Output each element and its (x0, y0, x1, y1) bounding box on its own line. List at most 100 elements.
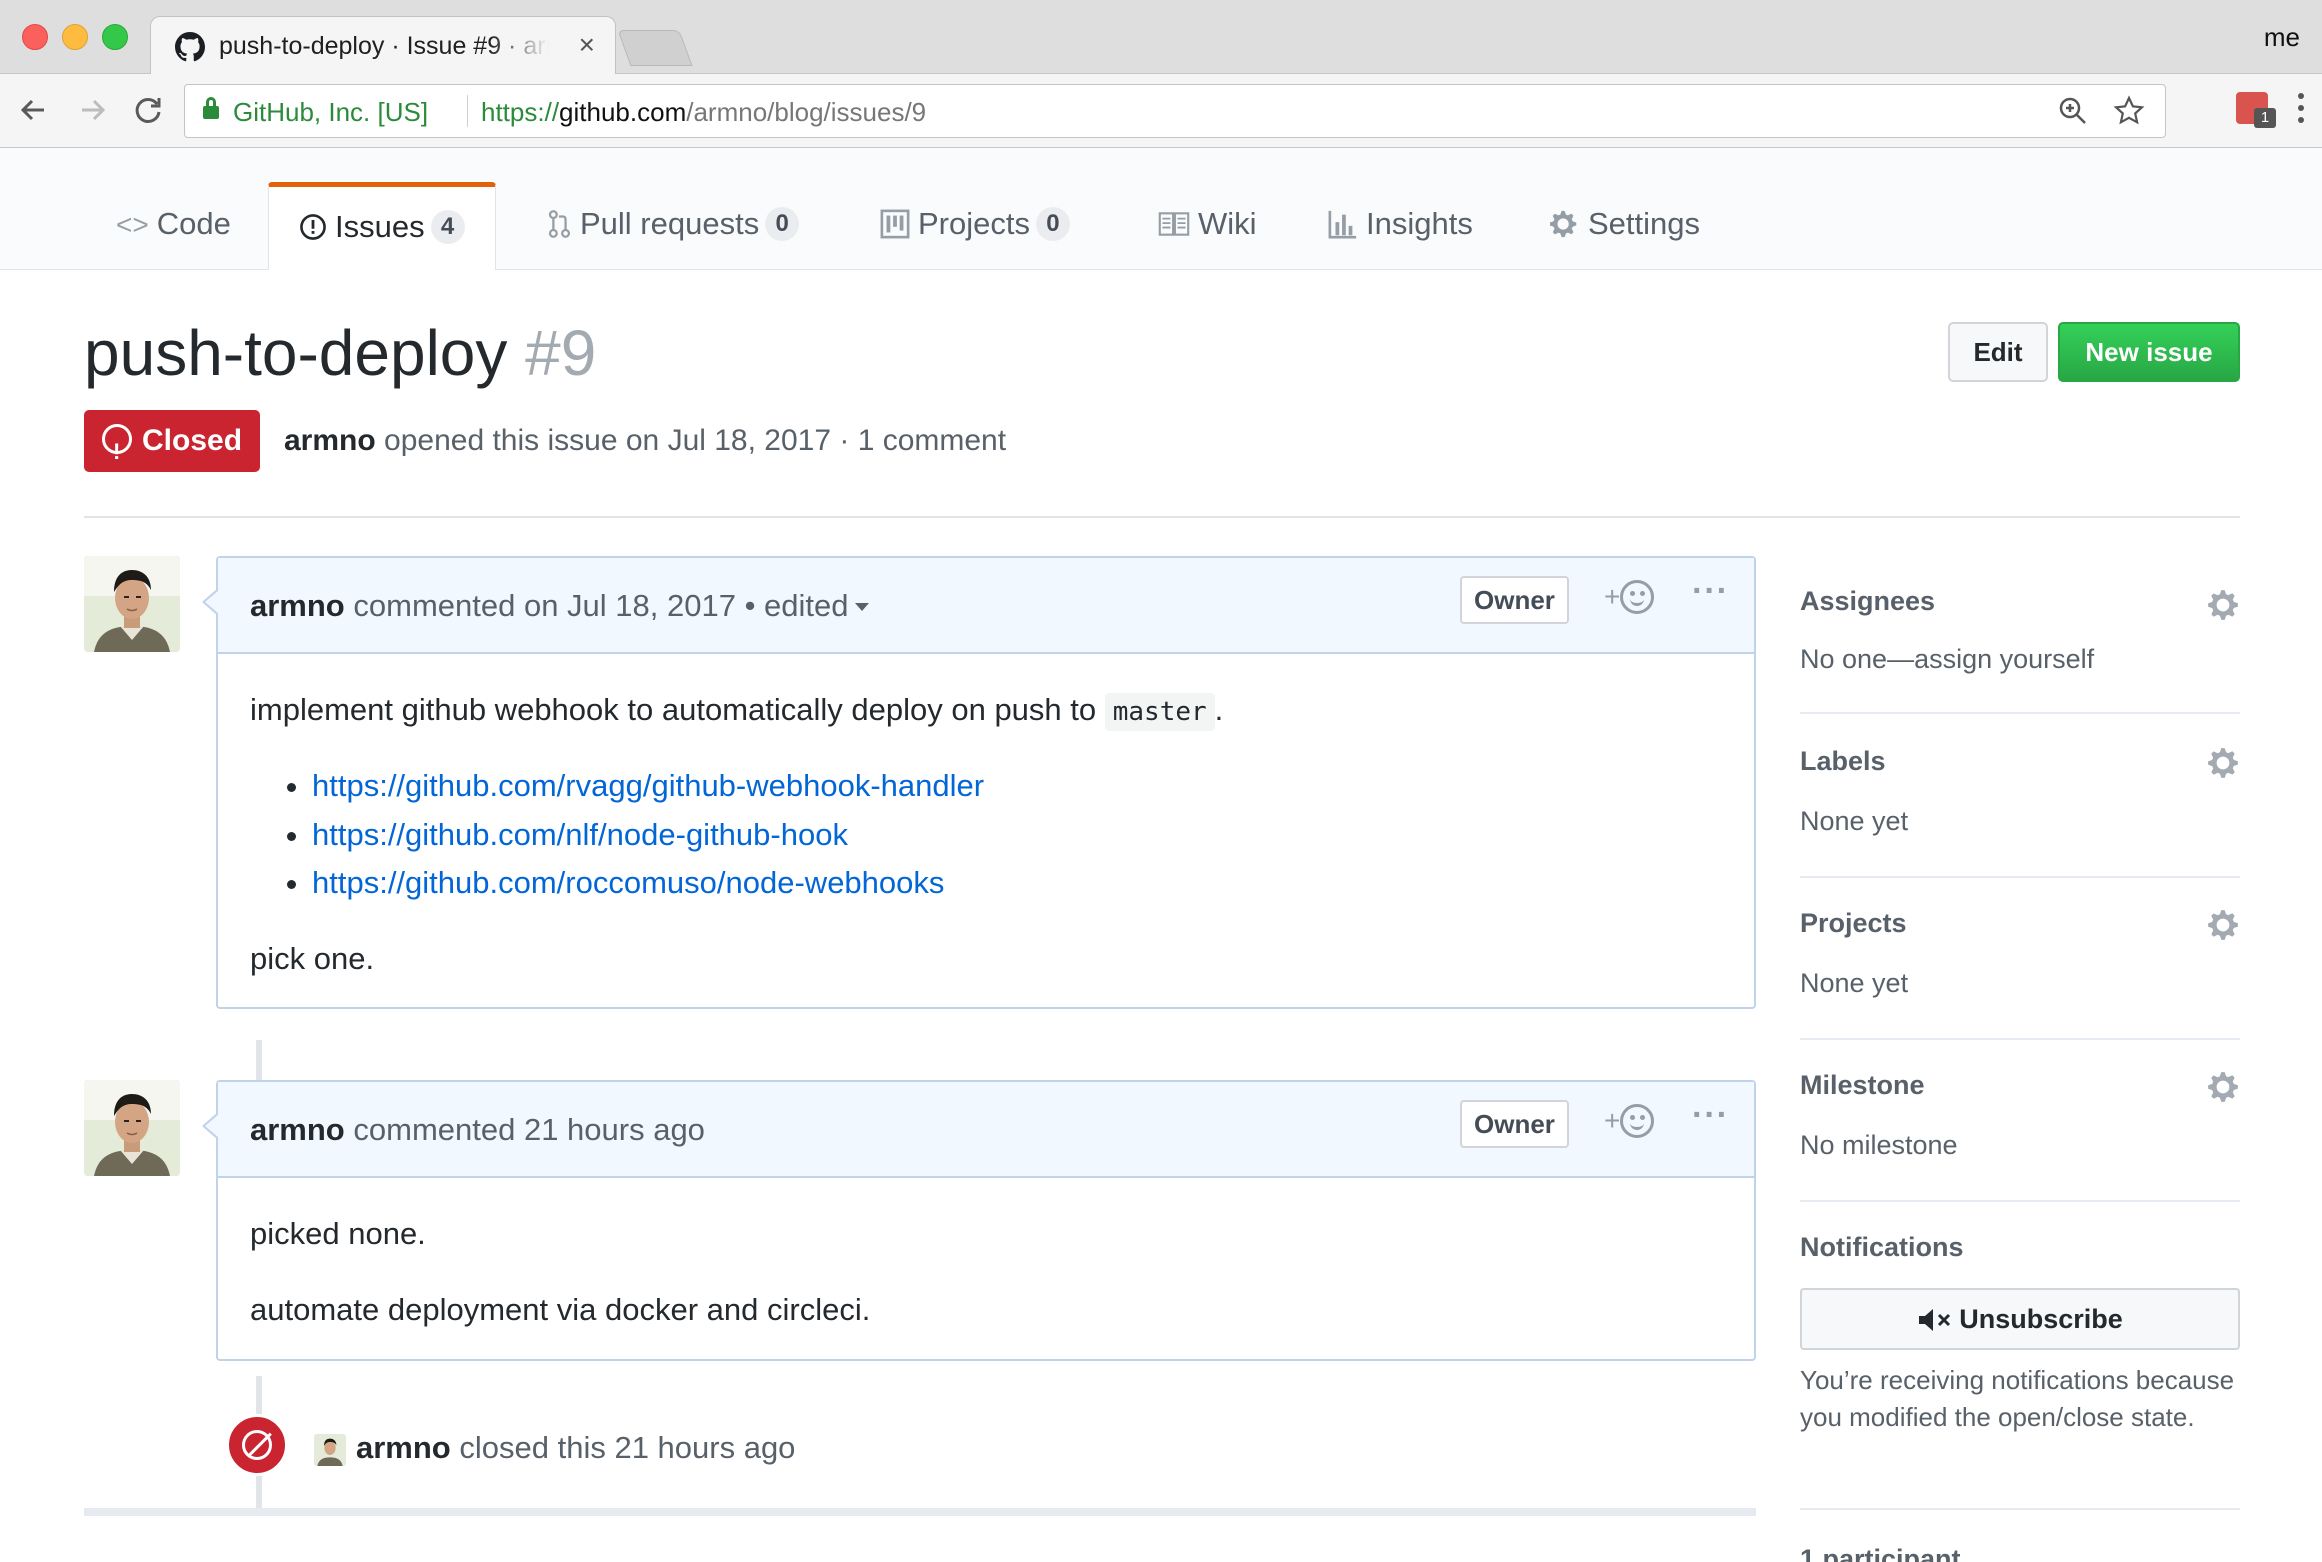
tab-insights[interactable]: Insights (1328, 184, 1473, 270)
new-issue-button[interactable]: New issue (2058, 322, 2240, 382)
gear-icon[interactable] (2206, 746, 2240, 780)
minimize-window-button[interactable] (62, 24, 88, 50)
smiley-icon (1620, 580, 1655, 614)
new-tab-button[interactable] (617, 30, 693, 66)
tab-settings-label: Settings (1588, 206, 1701, 241)
issue-icon (299, 188, 327, 268)
chevron-down-icon[interactable] (854, 603, 869, 611)
issue-author-link[interactable]: armno (284, 424, 376, 457)
comment: armno commented 21 hours ago Owner + ···… (202, 1080, 1756, 1361)
omnibox-separator (467, 95, 468, 127)
unsubscribe-button[interactable]: Unsubscribe (1800, 1288, 2240, 1350)
comment-paragraph: picked none. (250, 1216, 426, 1251)
comment-header: armno commented 21 hours ago Owner + ··· (218, 1082, 1754, 1178)
add-reaction-button[interactable]: + (1604, 1104, 1655, 1138)
back-icon[interactable] (14, 90, 54, 130)
github-icon (175, 32, 205, 62)
zoom-icon[interactable] (2057, 95, 2089, 135)
tab-issues-label: Issues (335, 209, 425, 244)
browser-titlebar: push-to-deploy · Issue #9 · armno/blog ×… (0, 0, 2322, 76)
comment-timestamp[interactable]: commented on Jul 18, 2017 • edited (353, 588, 848, 623)
event-avatar[interactable] (314, 1434, 346, 1466)
address-bar[interactable]: GitHub, Inc. [US] https://github.com/arm… (184, 84, 2166, 138)
event-description: closed this 21 hours ago (459, 1430, 796, 1465)
status-badge: Closed (84, 410, 261, 483)
issue-number: #9 (525, 317, 597, 389)
edit-button[interactable]: Edit (1948, 322, 2048, 382)
issue-title-text: push-to-deploy (84, 317, 508, 389)
tab-wiki[interactable]: Wiki (1158, 184, 1257, 270)
comment-header: armno commented on Jul 18, 2017 • edited… (218, 558, 1754, 654)
close-window-button[interactable] (22, 24, 48, 50)
link-node-github-hook[interactable]: https://github.com/nlf/node-github-hook (312, 817, 848, 852)
menu-icon[interactable] (2296, 90, 2306, 134)
browser-toolbar: GitHub, Inc. [US] https://github.com/arm… (0, 74, 2322, 148)
tab-title: push-to-deploy · Issue #9 · armno/blog (219, 32, 549, 60)
url-host: github.com (559, 97, 687, 127)
url-path: /armno/blog/issues/9 (686, 97, 927, 127)
wiki-icon (1158, 185, 1190, 265)
sidebar-labels: Labels None yet (1800, 718, 2240, 878)
comment-author-link[interactable]: armno (250, 588, 345, 623)
project-icon (880, 185, 910, 265)
sidebar-heading[interactable]: Milestone (1800, 1070, 1925, 1101)
tab-projects[interactable]: Projects 0 (880, 184, 1070, 270)
event-text: armno closed this 21 hours ago (356, 1430, 795, 1466)
gear-icon[interactable] (2206, 588, 2240, 622)
closed-event-icon (226, 1414, 288, 1476)
projects-value: None yet (1800, 968, 1909, 998)
maximize-window-button[interactable] (102, 24, 128, 50)
repo-nav: <> Code Issues 4 Pull requests 0 Projects 0 … (0, 148, 2322, 270)
gear-icon[interactable] (2206, 908, 2240, 942)
sidebar-projects: Projects None yet (1800, 880, 2240, 1040)
comment-timestamp[interactable]: commented 21 hours ago (353, 1112, 705, 1147)
browser-tab-active[interactable]: push-to-deploy · Issue #9 · armno/blog × (150, 16, 616, 76)
add-reaction-button[interactable]: + (1604, 580, 1655, 614)
sidebar-notifications: Notifications (1800, 1204, 2240, 1510)
more-options-icon[interactable]: ··· (1692, 1096, 1729, 1135)
smiley-icon (1620, 1104, 1655, 1138)
code-icon: <> (116, 209, 149, 240)
avatar[interactable] (84, 1080, 180, 1176)
tab-insights-label: Insights (1366, 206, 1473, 241)
url-text[interactable]: https://github.com/armno/blog/issues/9 (481, 97, 926, 128)
link-node-webhooks[interactable]: https://github.com/roccomuso/node-webhoo… (312, 865, 944, 900)
tab-pull-requests[interactable]: Pull requests 0 (546, 184, 800, 270)
sidebar-assignees: Assignees No one—assign yourself (1800, 556, 2240, 714)
more-options-icon[interactable]: ··· (1692, 572, 1729, 611)
sidebar-heading[interactable]: Assignees (1800, 586, 1935, 617)
reload-icon[interactable] (128, 90, 168, 130)
issue-meta: armno opened this issue on Jul 18, 2017 … (284, 424, 1006, 458)
comment-body: picked none. automate deployment via doc… (218, 1178, 1754, 1359)
status-badge-label: Closed (142, 424, 243, 457)
ev-certificate-name[interactable]: GitHub, Inc. [US] (233, 97, 428, 128)
comment-header-text: armno commented 21 hours ago (250, 1112, 705, 1148)
labels-value: None yet (1800, 806, 1909, 836)
forward-icon[interactable] (72, 90, 112, 130)
participants-heading: 1 participant (1800, 1544, 1961, 1562)
assign-yourself-link[interactable]: No one—assign yourself (1800, 644, 2094, 675)
sidebar-milestone: Milestone No milestone (1800, 1042, 2240, 1202)
tab-code[interactable]: <> Code (116, 184, 231, 270)
sidebar-heading[interactable]: Labels (1800, 746, 1886, 777)
link-github-webhook-handler[interactable]: https://github.com/rvagg/github-webhook-… (312, 768, 984, 803)
pull-request-icon (546, 185, 572, 265)
comment: armno commented on Jul 18, 2017 • edited… (202, 556, 1756, 1010)
sidebar-heading: Notifications (1800, 1232, 1964, 1262)
close-tab-icon[interactable]: × (579, 29, 595, 61)
comment-paragraph: pick one. (250, 941, 375, 977)
extension-badge: 1 (2254, 108, 2276, 128)
list-item: https://github.com/rvagg/github-webhook-… (312, 766, 1722, 806)
gear-icon[interactable] (2206, 1070, 2240, 1104)
avatar[interactable] (84, 556, 180, 652)
sidebar-heading[interactable]: Projects (1800, 908, 1907, 939)
issue-meta-text: opened this issue on Jul 18, 2017 · 1 co… (384, 424, 1007, 457)
tab-settings[interactable]: Settings (1550, 184, 1700, 270)
divider (84, 516, 2240, 518)
profile-button[interactable]: me (2264, 22, 2300, 53)
tab-issues[interactable]: Issues 4 (268, 182, 496, 270)
star-icon[interactable] (2113, 95, 2145, 135)
comment-author-link[interactable]: armno (250, 1112, 345, 1147)
event-actor-link[interactable]: armno (356, 1430, 451, 1465)
reaction-plus: + (1604, 581, 1621, 612)
